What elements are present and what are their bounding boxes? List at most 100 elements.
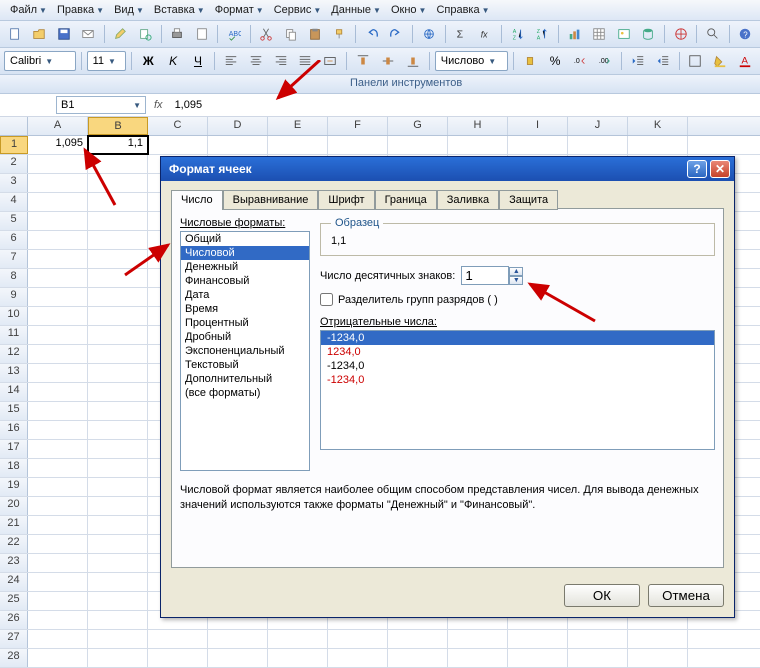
email-icon[interactable] xyxy=(77,23,98,45)
cell[interactable] xyxy=(568,136,628,154)
cell[interactable] xyxy=(88,345,148,363)
cell[interactable] xyxy=(28,630,88,648)
underline-icon[interactable]: Ч xyxy=(187,50,209,72)
tab-fill[interactable]: Заливка xyxy=(437,190,499,210)
row-header[interactable]: 17 xyxy=(0,440,28,458)
cell[interactable] xyxy=(28,174,88,192)
undo-icon[interactable] xyxy=(361,23,382,45)
cell[interactable] xyxy=(88,231,148,249)
menu-item-view[interactable]: Вид▼ xyxy=(110,2,148,18)
spellcheck-icon[interactable]: ABC xyxy=(223,23,244,45)
decimal-inc-icon[interactable]: .00 xyxy=(594,50,616,72)
font-name-combo[interactable]: Calibri▼ xyxy=(4,51,76,71)
list-item[interactable]: Дата xyxy=(181,288,309,302)
decimals-spinner[interactable]: ▲ ▼ xyxy=(461,266,523,285)
open-icon[interactable] xyxy=(28,23,49,45)
cell[interactable] xyxy=(28,193,88,211)
row-header[interactable]: 9 xyxy=(0,288,28,306)
cell[interactable] xyxy=(88,383,148,401)
formula-input[interactable]: 1,095 xyxy=(171,97,756,113)
row-header[interactable]: 7 xyxy=(0,250,28,268)
row-header[interactable]: 10 xyxy=(0,307,28,325)
cell[interactable] xyxy=(28,326,88,344)
cancel-button[interactable]: Отмена xyxy=(648,584,724,607)
cell[interactable] xyxy=(388,136,448,154)
row-header[interactable]: 6 xyxy=(0,231,28,249)
fill-color-icon[interactable] xyxy=(709,50,731,72)
cell[interactable] xyxy=(88,649,148,667)
row-header[interactable]: 4 xyxy=(0,193,28,211)
cell[interactable] xyxy=(148,630,208,648)
row-header[interactable]: 28 xyxy=(0,649,28,667)
zoom-icon[interactable] xyxy=(702,23,723,45)
list-item[interactable]: Числовой xyxy=(181,246,309,260)
list-item[interactable]: Текстовый xyxy=(181,358,309,372)
table-icon[interactable] xyxy=(589,23,610,45)
row-header[interactable]: 15 xyxy=(0,402,28,420)
cell[interactable] xyxy=(28,516,88,534)
row-header[interactable]: 24 xyxy=(0,573,28,591)
row-header[interactable]: 21 xyxy=(0,516,28,534)
menu-item-format[interactable]: Формат▼ xyxy=(211,2,268,18)
cell[interactable] xyxy=(88,250,148,268)
sort-desc-icon[interactable]: ZA xyxy=(532,23,553,45)
list-item[interactable]: -1234,0 xyxy=(321,331,714,345)
spinner-up-icon[interactable]: ▲ xyxy=(509,267,523,276)
cell[interactable]: 1,1 xyxy=(88,136,148,154)
cell[interactable] xyxy=(88,535,148,553)
cell[interactable] xyxy=(28,231,88,249)
percent-icon[interactable]: % xyxy=(544,50,566,72)
cell[interactable] xyxy=(388,630,448,648)
row-header[interactable]: 27 xyxy=(0,630,28,648)
menu-item-window[interactable]: Окно▼ xyxy=(387,2,430,18)
font-size-combo[interactable]: 11▼ xyxy=(87,51,127,71)
cell[interactable] xyxy=(268,649,328,667)
column-header[interactable]: B xyxy=(88,117,148,135)
cell[interactable] xyxy=(28,269,88,287)
list-item[interactable]: -1234,0 xyxy=(321,373,714,387)
column-header[interactable]: F xyxy=(328,117,388,135)
cell[interactable] xyxy=(28,649,88,667)
cell[interactable] xyxy=(508,136,568,154)
cell[interactable] xyxy=(28,497,88,515)
list-item[interactable]: Денежный xyxy=(181,260,309,274)
list-item[interactable]: -1234,0 xyxy=(321,359,714,373)
cell[interactable] xyxy=(628,136,688,154)
row-header[interactable]: 2 xyxy=(0,155,28,173)
thousands-separator-checkbox[interactable]: Разделитель групп разрядов ( ) xyxy=(320,293,715,306)
row-header[interactable]: 11 xyxy=(0,326,28,344)
cell[interactable] xyxy=(88,573,148,591)
cell[interactable]: 1,095 xyxy=(28,136,88,154)
cell[interactable] xyxy=(28,402,88,420)
name-box[interactable]: B1▼ xyxy=(56,96,146,114)
cell[interactable] xyxy=(208,136,268,154)
align-vcenter-icon[interactable] xyxy=(377,50,399,72)
cell[interactable] xyxy=(88,326,148,344)
cell[interactable] xyxy=(88,212,148,230)
tab-protection[interactable]: Защита xyxy=(499,190,558,210)
cell[interactable] xyxy=(328,649,388,667)
cell[interactable] xyxy=(88,440,148,458)
row-header[interactable]: 25 xyxy=(0,592,28,610)
menu-item-data[interactable]: Данные▼ xyxy=(327,2,385,18)
dialog-titlebar[interactable]: Формат ячеек ? ✕ xyxy=(161,157,734,181)
cell[interactable] xyxy=(28,573,88,591)
decimals-input[interactable] xyxy=(461,266,509,285)
column-header[interactable]: I xyxy=(508,117,568,135)
row-header[interactable]: 3 xyxy=(0,174,28,192)
indent-inc-icon[interactable] xyxy=(652,50,674,72)
list-item[interactable]: Дробный xyxy=(181,330,309,344)
cell[interactable] xyxy=(448,136,508,154)
select-all-corner[interactable] xyxy=(0,117,28,135)
cell[interactable] xyxy=(28,250,88,268)
cell[interactable] xyxy=(88,611,148,629)
list-item[interactable]: Дополнительный xyxy=(181,372,309,386)
category-listbox[interactable]: ОбщийЧисловойДенежныйФинансовыйДатаВремя… xyxy=(180,231,310,471)
format-painter-icon[interactable] xyxy=(329,23,350,45)
cell[interactable] xyxy=(28,611,88,629)
cell[interactable] xyxy=(148,649,208,667)
column-header[interactable]: K xyxy=(628,117,688,135)
cell[interactable] xyxy=(28,592,88,610)
align-top-icon[interactable] xyxy=(352,50,374,72)
menu-item-help[interactable]: Справка▼ xyxy=(432,2,493,18)
